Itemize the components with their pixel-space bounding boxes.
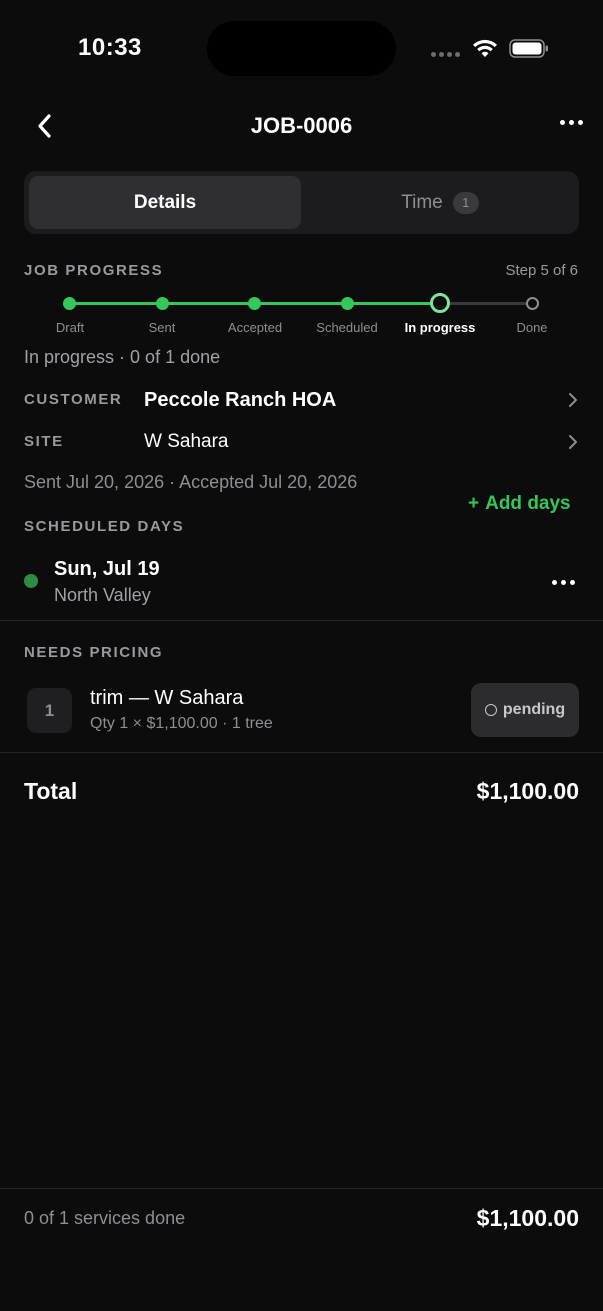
sent-accepted-dates: Sent Jul 20, 2026 · Accepted Jul 20, 202…	[24, 472, 358, 492]
battery-icon	[509, 39, 548, 58]
total-value: $1,100.00	[476, 778, 579, 804]
needs-pricing-label: NEEDS PRICING	[24, 644, 164, 661]
step-label-draft: Draft	[55, 320, 85, 335]
footer-amount: $1,100.00	[476, 1205, 579, 1231]
step-label-accepted: Accepted	[227, 320, 283, 335]
pending-status-button[interactable]: pending	[471, 683, 579, 737]
step-node-in-progress	[430, 293, 450, 313]
customer-value[interactable]: Peccole Ranch HOA	[144, 389, 336, 412]
progress-summary: In progress · 0 of 1 done	[24, 347, 221, 367]
site-chevron-icon[interactable]	[567, 434, 579, 450]
status-time: 10:33	[78, 34, 142, 61]
plus-icon: +	[468, 493, 480, 514]
step-node-accepted	[248, 297, 261, 310]
divider	[0, 620, 603, 621]
scheduled-day-location: North Valley	[54, 585, 151, 605]
step-label-scheduled: Scheduled	[316, 320, 378, 335]
service-quantity: 1	[27, 688, 72, 733]
step-label-done: Done	[516, 320, 548, 335]
service-details: Qty 1 × $1,100.00 · 1 tree	[90, 715, 273, 732]
more-options-icon[interactable]	[560, 120, 583, 125]
step-node-scheduled	[341, 297, 354, 310]
customer-label: CUSTOMER	[24, 391, 123, 408]
circle-icon	[484, 704, 497, 716]
status-dot-icon	[24, 574, 38, 588]
site-value[interactable]: W Sahara	[144, 431, 228, 453]
wifi-icon	[473, 39, 497, 57]
step-node-sent	[156, 297, 169, 310]
step-label-sent: Sent	[148, 320, 176, 335]
step-node-draft	[63, 297, 76, 310]
services-done-summary: 0 of 1 services done	[24, 1208, 186, 1228]
site-label: SITE	[24, 433, 64, 450]
customer-chevron-icon[interactable]	[567, 392, 579, 408]
tab-details[interactable]: Details	[29, 176, 301, 229]
total-label: Total	[24, 778, 78, 804]
step-node-done	[526, 297, 539, 310]
tab-bar: Details Time 1	[24, 171, 579, 234]
service-title[interactable]: trim — W Sahara	[90, 687, 243, 710]
day-more-options-icon[interactable]	[552, 580, 575, 585]
tab-time[interactable]: Time 1	[306, 176, 574, 229]
add-days-label: Add days	[485, 493, 571, 514]
job-detail-screen: 10:33 JOB-0006 Details Time 1 JOB PROGRE…	[0, 0, 603, 1311]
scheduled-days-label: SCHEDULED DAYS	[24, 518, 185, 535]
add-days-button[interactable]: + Add days	[468, 493, 571, 515]
tab-time-badge: 1	[452, 191, 479, 214]
page-title: JOB-0006	[250, 113, 353, 138]
dynamic-island	[207, 21, 396, 76]
tab-time-label: Time	[401, 191, 443, 213]
cellular-signal-icon	[431, 52, 460, 57]
step-label-in-progress: In progress	[404, 320, 476, 335]
tab-details-label: Details	[133, 191, 197, 213]
progress-track-remaining	[440, 302, 533, 305]
job-progress-label: JOB PROGRESS	[24, 262, 164, 279]
step-counter: Step 5 of 6	[505, 262, 578, 279]
scheduled-day-title[interactable]: Sun, Jul 19	[54, 558, 160, 581]
divider	[0, 752, 603, 753]
pending-label: pending	[502, 701, 566, 718]
footer-divider	[0, 1188, 603, 1189]
